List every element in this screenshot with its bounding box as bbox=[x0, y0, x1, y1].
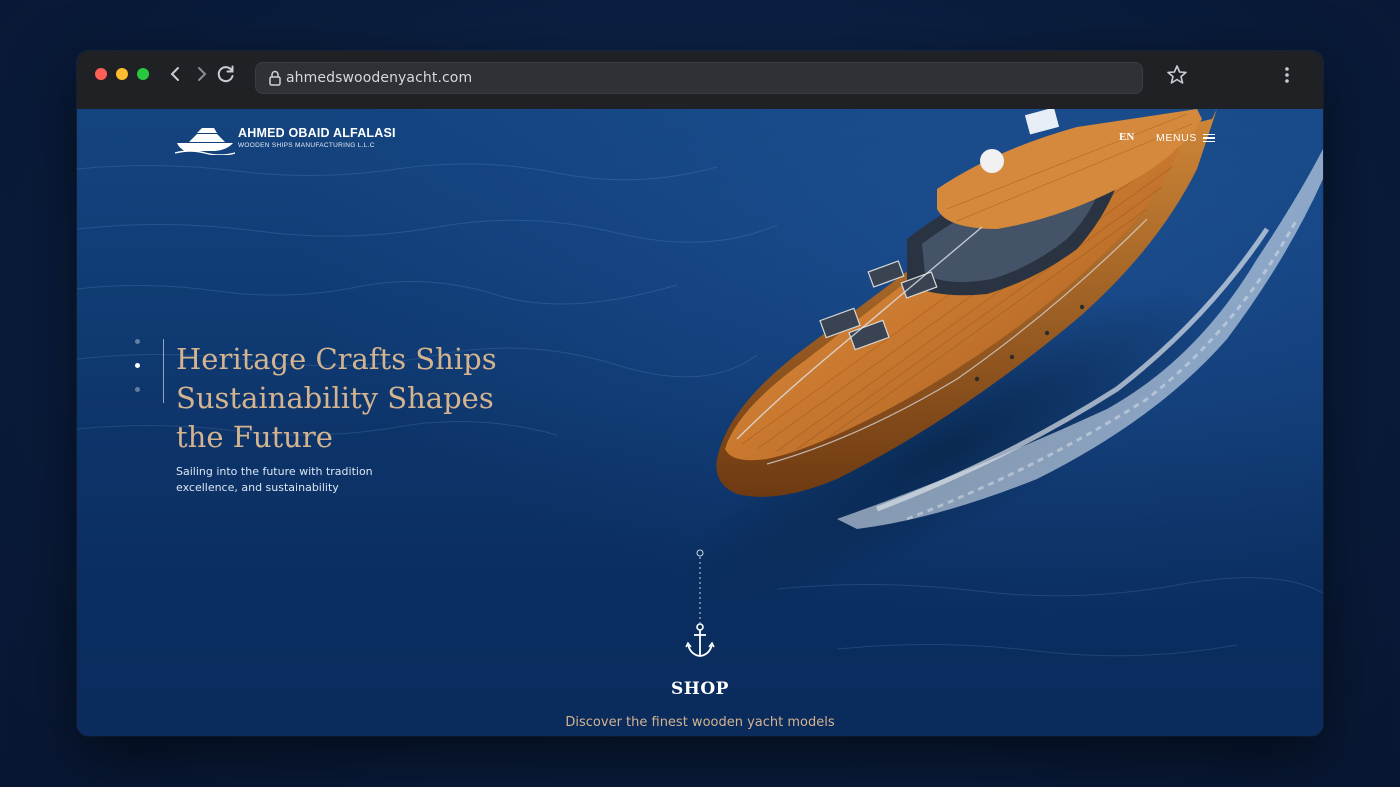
brand-tagline: WOODEN SHIPS MANUFACTURING L.L.C bbox=[238, 142, 375, 149]
slide-pager bbox=[134, 337, 142, 397]
brand-name: AHMED OBAID ALFALASI bbox=[238, 126, 396, 140]
chevron-right-icon bbox=[198, 67, 207, 81]
hamburger-icon bbox=[1202, 133, 1215, 143]
lock-icon bbox=[269, 70, 281, 86]
hero-title: Heritage Crafts Ships Sustainability Sha… bbox=[176, 340, 536, 457]
shop-heading: SHOP bbox=[671, 679, 729, 699]
hero-title-line-2: Sustainability Shapes bbox=[176, 381, 494, 415]
hero-subtitle: Sailing into the future with tradition e… bbox=[176, 464, 416, 496]
slide-dot-1[interactable] bbox=[135, 339, 140, 344]
browser-toolbar: ahmedswoodenyacht.com bbox=[77, 51, 1323, 110]
menu-button[interactable]: MENUS bbox=[1156, 130, 1215, 146]
reload-icon bbox=[217, 65, 234, 83]
title-divider bbox=[163, 339, 164, 403]
back-button[interactable] bbox=[165, 63, 187, 85]
language-switch[interactable]: EN bbox=[1119, 131, 1134, 143]
maximize-window-button[interactable] bbox=[137, 68, 149, 80]
slide-dot-3[interactable] bbox=[135, 387, 140, 392]
star-icon[interactable] bbox=[1165, 63, 1189, 87]
hero-title-line-3: the Future bbox=[176, 420, 333, 454]
site-logo[interactable]: AHMED OBAID ALFALASI WOODEN SHIPS MANUFA… bbox=[175, 123, 396, 155]
minimize-window-button[interactable] bbox=[116, 68, 128, 80]
chevron-left-icon bbox=[170, 67, 179, 81]
reload-button[interactable] bbox=[215, 63, 237, 85]
hero-subtitle-line-1: Sailing into the future with tradition bbox=[176, 465, 373, 478]
address-bar[interactable]: ahmedswoodenyacht.com bbox=[255, 62, 1143, 94]
browser-window: ahmedswoodenyacht.com AHMED OBAID ALFALA… bbox=[77, 51, 1323, 736]
slide-dot-2[interactable] bbox=[135, 363, 140, 368]
forward-button[interactable] bbox=[190, 63, 212, 85]
web-page: AHMED OBAID ALFALASI WOODEN SHIPS MANUFA… bbox=[77, 109, 1323, 736]
shop-subtitle: Discover the finest wooden yacht models bbox=[565, 715, 835, 730]
hero-subtitle-line-2: excellence, and sustainability bbox=[176, 481, 339, 494]
anchor-icon[interactable] bbox=[683, 549, 719, 661]
yacht-logo-icon bbox=[175, 128, 235, 155]
menu-label: MENUS bbox=[1156, 132, 1197, 144]
close-window-button[interactable] bbox=[95, 68, 107, 80]
kebab-menu-icon[interactable] bbox=[1277, 65, 1297, 85]
hero-title-line-1: Heritage Crafts Ships bbox=[176, 342, 497, 376]
url-text: ahmedswoodenyacht.com bbox=[286, 70, 473, 86]
